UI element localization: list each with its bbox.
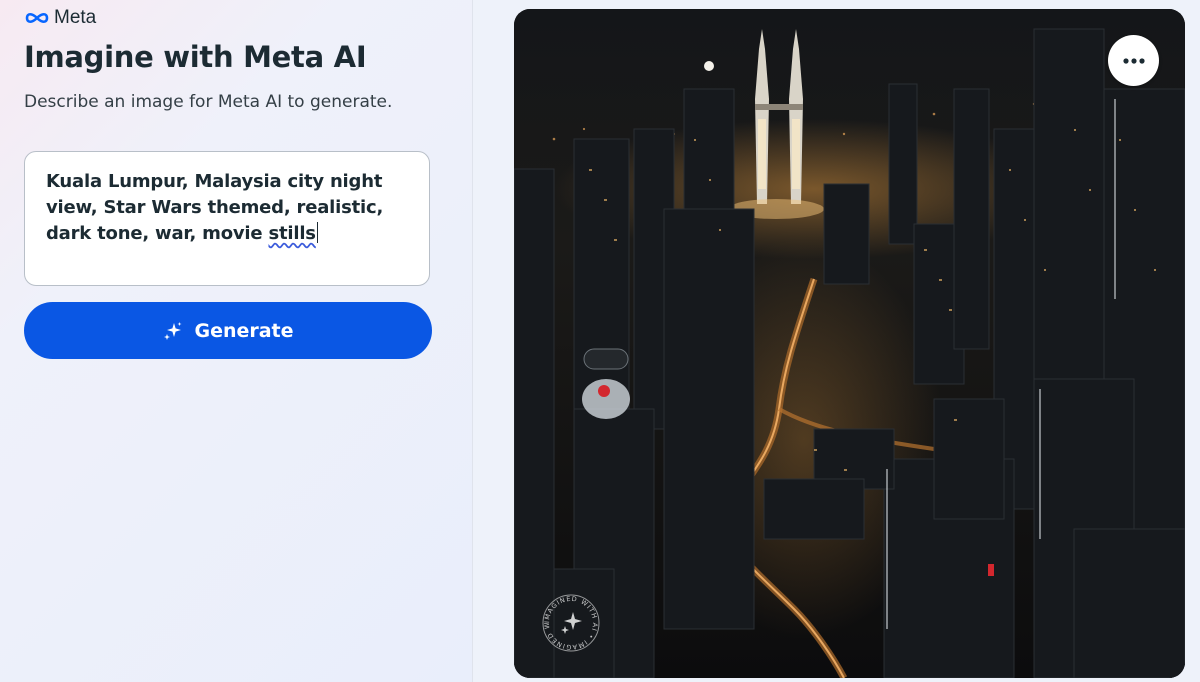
meta-infinity-icon	[25, 12, 49, 24]
generate-button[interactable]: Generate	[24, 302, 432, 359]
page-subtitle: Describe an image for Meta AI to generat…	[24, 92, 393, 112]
text-caret	[316, 222, 318, 243]
prompt-input[interactable]: Kuala Lumpur, Malaysia city night view, …	[24, 151, 430, 286]
prompt-text[interactable]: Kuala Lumpur, Malaysia city night view, …	[46, 169, 408, 247]
sparkle-icon	[561, 612, 582, 634]
page-title: Imagine with Meta AI	[24, 40, 367, 74]
generated-image[interactable]	[514, 9, 1185, 678]
imagined-with-ai-watermark: IMAGINED WITH AI • IMAGINED WITH AI	[537, 586, 602, 654]
sparkle-icon	[164, 321, 182, 340]
prompt-underlined-word: stills	[268, 223, 316, 244]
meta-logo[interactable]: Meta	[24, 6, 96, 30]
city-night-illustration	[514, 9, 1185, 678]
prompt-text-value: Kuala Lumpur, Malaysia city night view, …	[46, 171, 384, 244]
generate-button-label: Generate	[194, 319, 294, 342]
more-options-button[interactable]	[1108, 35, 1159, 86]
more-horizontal-icon	[1122, 57, 1145, 64]
watermark-badge: IMAGINED WITH AI • IMAGINED WITH AI	[537, 586, 600, 652]
prompt-panel: Meta Imagine with Meta AI Describe an im…	[0, 0, 473, 682]
meta-logo-text: Meta	[54, 7, 97, 28]
